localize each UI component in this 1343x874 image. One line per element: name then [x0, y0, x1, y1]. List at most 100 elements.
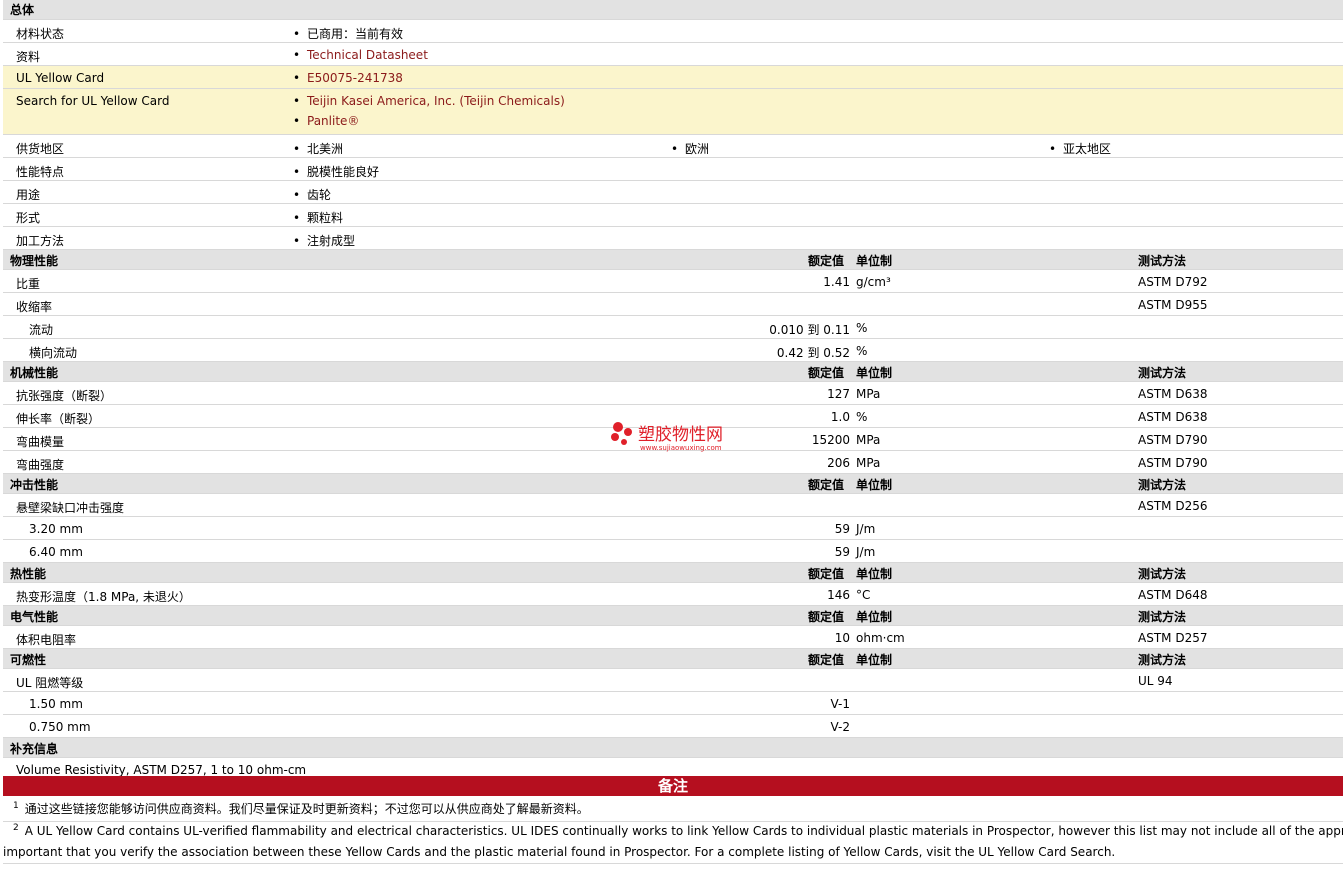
link-item[interactable]: E50075-241738: [293, 71, 403, 85]
site-watermark: 塑胶物性网 www.sujiaowuxing.com: [611, 422, 723, 452]
notes-header: 备注: [3, 776, 1343, 796]
section-title: 补充信息: [10, 742, 59, 756]
property-row: 3.20 mm 59 J/m: [3, 517, 1343, 540]
note-number: 1: [13, 801, 19, 811]
col-nominal: 额定值: [808, 567, 845, 581]
col-nominal: 额定值: [808, 254, 845, 268]
property-row: 悬壁梁缺口冲击强度 ASTM D256: [3, 494, 1343, 517]
property-value: 59: [834, 545, 850, 559]
property-value: 0.42 到 0.52: [776, 346, 850, 360]
general-row-label: 加工方法: [16, 234, 65, 248]
property-row: 比重 1.41 g/cm³ ASTM D792: [3, 270, 1343, 293]
property-label: 弯曲强度: [16, 458, 65, 472]
property-label: 热变形温度（1.8 MPa, 未退火）: [16, 590, 191, 604]
general-row: UL Yellow Card E50075-241738: [3, 66, 1343, 89]
col-unit: 单位制: [856, 478, 893, 492]
col-method: 测试方法: [1138, 478, 1187, 492]
col-nominal: 额定值: [808, 653, 845, 667]
col-nominal: 额定值: [808, 610, 845, 624]
note-text: 通过这些链接您能够访问供应商资料。我们尽量保证及时更新资料；不过您可以从供应商处…: [24, 802, 589, 816]
property-label: 弯曲模量: [16, 435, 65, 449]
general-row: 形式 颗粒料: [3, 204, 1343, 227]
note-text-continued: important that you verify the associatio…: [3, 845, 1116, 859]
property-value: 127: [827, 387, 850, 401]
section-header-general: 总体: [3, 0, 1343, 20]
divider: [3, 863, 1343, 864]
property-row: 6.40 mm 59 J/m: [3, 540, 1343, 563]
bullet-item: 亚太地区: [1049, 140, 1111, 157]
bullet-item: 脱模性能良好: [293, 163, 379, 180]
general-row-label: UL Yellow Card: [16, 71, 105, 85]
general-row: 材料状态 已商用：当前有效: [3, 20, 1343, 43]
property-unit: %: [856, 344, 868, 358]
property-unit: %: [856, 321, 868, 335]
col-method: 测试方法: [1138, 610, 1187, 624]
col-unit: 单位制: [856, 653, 893, 667]
property-unit: MPa: [856, 387, 881, 401]
property-value: 10: [834, 631, 850, 645]
property-label: 体积电阻率: [16, 633, 77, 647]
section-title: 电气性能: [10, 610, 59, 624]
general-row: 用途 齿轮: [3, 181, 1343, 204]
bullet-item: 颗粒料: [293, 209, 343, 226]
bullet-item: 已商用：当前有效: [293, 25, 403, 42]
link-item[interactable]: Teijin Kasei America, Inc. (Teijin Chemi…: [293, 94, 565, 108]
property-value: 1.41: [823, 275, 850, 289]
section-header: 机械性能 额定值 单位制 测试方法: [3, 362, 1343, 382]
general-row: Search for UL Yellow Card Teijin Kasei Am…: [3, 89, 1343, 135]
watermark-dot: [613, 422, 623, 432]
property-value: 1.0: [830, 410, 850, 424]
col-unit: 单位制: [856, 254, 893, 268]
property-method: ASTM D648: [1138, 588, 1208, 602]
watermark-cn: 塑胶物性网: [638, 425, 723, 445]
col-method: 测试方法: [1138, 653, 1187, 667]
property-unit: ohm·cm: [856, 631, 905, 645]
bullet-item: 注射成型: [293, 232, 355, 249]
section-header: 可燃性 额定值 单位制 测试方法: [3, 649, 1343, 669]
note-text: A UL Yellow Card contains UL-verified fl…: [24, 824, 1343, 838]
property-label: 6.40 mm: [29, 545, 83, 559]
property-label: 1.50 mm: [29, 697, 83, 711]
section-title: 冲击性能: [10, 478, 59, 492]
property-row: 体积电阻率 10 ohm·cm ASTM D257: [3, 626, 1343, 649]
col-method: 测试方法: [1138, 254, 1187, 268]
property-label: 流动: [29, 323, 54, 337]
col-method: 测试方法: [1138, 366, 1187, 380]
col-unit: 单位制: [856, 366, 893, 380]
property-label: 收缩率: [16, 300, 53, 314]
col-nominal: 额定值: [808, 366, 845, 380]
section-header: 电气性能 额定值 单位制 测试方法: [3, 606, 1343, 626]
property-row: 0.750 mm V-2: [3, 715, 1343, 738]
property-label: 横向流动: [29, 346, 78, 360]
general-row-label: 性能特点: [16, 165, 65, 179]
property-label: 抗张强度（断裂）: [16, 389, 113, 403]
general-row-label: 用途: [16, 188, 41, 202]
property-row: 抗张强度（断裂） 127 MPa ASTM D638: [3, 382, 1343, 405]
property-row: 弯曲强度 206 MPa ASTM D790: [3, 451, 1343, 474]
section-header-supplement: 补充信息: [3, 738, 1343, 758]
property-method: ASTM D792: [1138, 275, 1208, 289]
property-value: 59: [834, 522, 850, 536]
col-method: 测试方法: [1138, 567, 1187, 581]
property-label: UL 阻燃等级: [16, 676, 84, 690]
link-item[interactable]: Technical Datasheet: [293, 48, 428, 62]
property-label: 悬壁梁缺口冲击强度: [16, 501, 125, 515]
property-method: ASTM D955: [1138, 298, 1208, 312]
note-number: 2: [13, 823, 19, 833]
property-row: UL 阻燃等级 UL 94: [3, 669, 1343, 692]
general-row: 加工方法 注射成型: [3, 227, 1343, 250]
property-value: V-1: [830, 697, 850, 711]
property-method: ASTM D638: [1138, 410, 1208, 424]
general-row-label: 材料状态: [16, 27, 65, 41]
bullet-item: 北美洲: [293, 140, 343, 157]
property-value: V-2: [830, 720, 850, 734]
link-item[interactable]: Panlite®: [293, 114, 359, 128]
watermark-dot: [611, 433, 619, 441]
property-method: ASTM D790: [1138, 433, 1208, 447]
watermark-dot: [624, 428, 632, 436]
section-title: 可燃性: [10, 653, 47, 667]
note-item: 2 A UL Yellow Card contains UL-verified f…: [13, 823, 1343, 838]
property-value: 146: [827, 588, 850, 602]
section-header: 热性能 额定值 单位制 测试方法: [3, 563, 1343, 583]
property-row: 1.50 mm V-1: [3, 692, 1343, 715]
